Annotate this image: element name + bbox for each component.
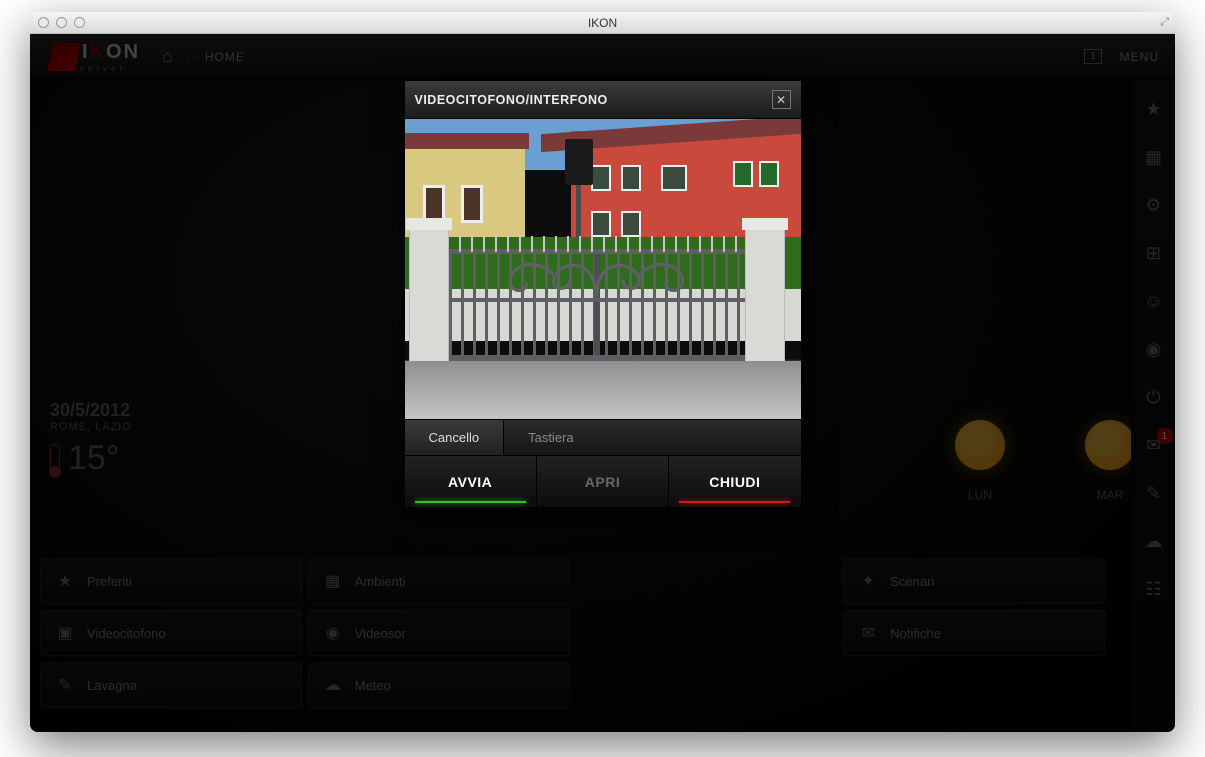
tab-label: Cancello <box>429 430 480 445</box>
os-titlebar: IKON ⤢ <box>30 12 1175 34</box>
app-root: IKON server ⌂ HOME 1 MENU 30/5/2012 ROME… <box>30 34 1175 732</box>
resize-icon[interactable]: ⤢ <box>1160 16 1169 29</box>
close-button[interactable]: ✕ <box>772 90 791 109</box>
tab-cancello[interactable]: Cancello <box>405 420 504 455</box>
tab-label: Tastiera <box>528 430 574 445</box>
camera-feed <box>405 119 801 419</box>
window-frame: IKON ⤢ IKON server ⌂ HOME 1 MENU <box>30 12 1175 732</box>
button-label: AVVIA <box>448 474 492 490</box>
button-label: APRI <box>585 474 620 490</box>
modal-title: VIDEOCITOFONO/INTERFONO <box>415 93 608 107</box>
modal-actions: AVVIA APRI CHIUDI <box>405 455 801 507</box>
chiudi-button[interactable]: CHIUDI <box>668 456 800 507</box>
window-title: IKON <box>30 16 1175 30</box>
button-label: CHIUDI <box>709 474 760 490</box>
modal-header: VIDEOCITOFONO/INTERFONO ✕ <box>405 81 801 119</box>
apri-button[interactable]: APRI <box>536 456 668 507</box>
intercom-modal: VIDEOCITOFONO/INTERFONO ✕ <box>404 80 802 508</box>
modal-tabs: Cancello Tastiera <box>405 419 801 455</box>
tab-tastiera[interactable]: Tastiera <box>503 420 598 455</box>
avvia-button[interactable]: AVVIA <box>405 456 536 507</box>
